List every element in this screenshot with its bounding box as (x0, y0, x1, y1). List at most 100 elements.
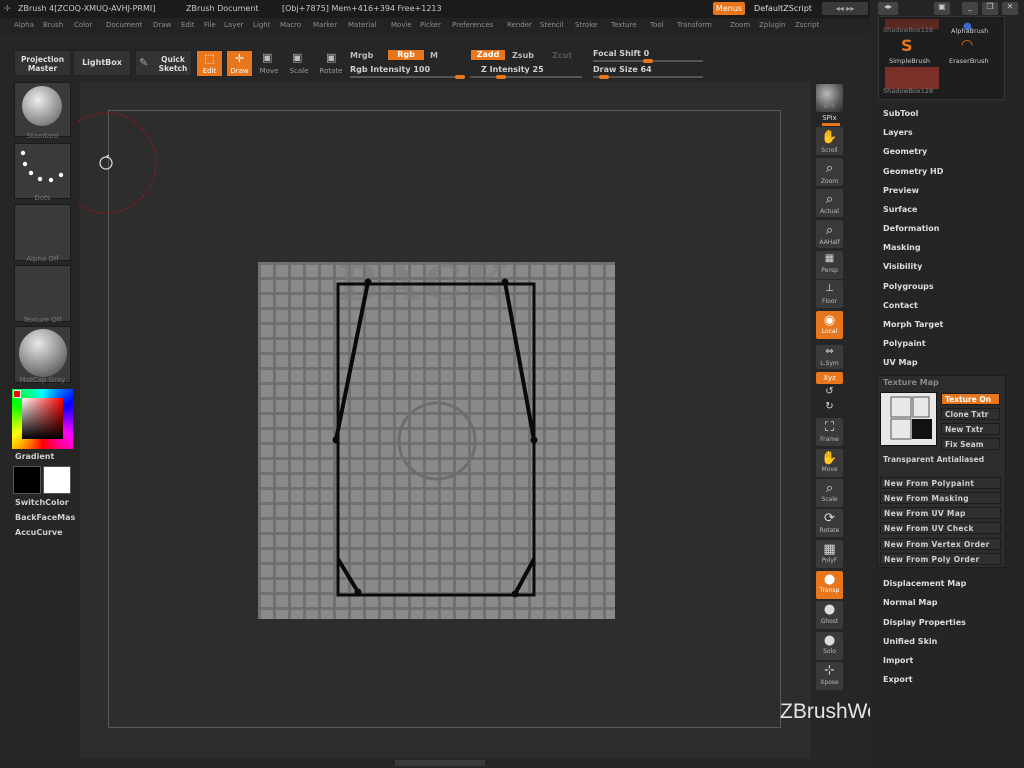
gradient-label[interactable]: Gradient (15, 452, 54, 461)
backface-mask-button[interactable]: BackFaceMas (15, 513, 75, 522)
accucurve-button[interactable]: AccuCurve (15, 528, 63, 537)
edit-button[interactable]: ⬚ Edit (196, 50, 223, 77)
texture-map-preview[interactable]: BACK (258, 256, 615, 619)
move-label[interactable]: Move (254, 67, 284, 75)
restore-icon[interactable]: ❐ (982, 2, 998, 15)
clone-txtr-button[interactable]: Clone Txtr (941, 408, 1000, 420)
draw-size-knob[interactable] (599, 75, 610, 79)
transparent-antialiased-option[interactable]: Transparent Antialiased (883, 455, 984, 464)
zadd-button[interactable]: Zadd (470, 49, 506, 61)
menu-marker[interactable]: Marker (313, 21, 337, 29)
rgb-intensity-label[interactable]: Rgb Intensity 100 (350, 65, 430, 74)
bottom-scroll-handle[interactable] (395, 760, 485, 766)
scale-icon[interactable]: ▣ (292, 51, 302, 64)
focal-shift-knob[interactable] (643, 59, 653, 63)
spix-label[interactable]: SPix (812, 114, 847, 122)
zcut-button[interactable]: Zcut (552, 51, 572, 60)
deformation-menu[interactable]: Deformation (883, 224, 939, 233)
secondary-color-swatch[interactable] (43, 466, 71, 494)
scale-label[interactable]: Scale (284, 67, 314, 75)
menu-texture[interactable]: Texture (611, 21, 637, 29)
menus-button[interactable]: Menus (713, 2, 745, 15)
menu-material[interactable]: Material (348, 21, 376, 29)
draw-size-label[interactable]: Draw Size 64 (593, 65, 652, 74)
spix-slider[interactable] (822, 123, 840, 126)
rgb-intensity-knob[interactable] (455, 75, 465, 79)
preview-menu[interactable]: Preview (883, 186, 919, 195)
new-from-masking-button[interactable]: New From Masking (880, 492, 1001, 504)
new-from-uv-check-button[interactable]: New From UV Check (880, 522, 1001, 534)
uv-map-menu[interactable]: UV Map (883, 358, 918, 367)
menu-color[interactable]: Color (74, 21, 92, 29)
texture-on-button[interactable]: Texture On (941, 393, 1000, 405)
contact-menu[interactable]: Contact (883, 301, 918, 310)
menu-picker[interactable]: Picker (420, 21, 441, 29)
menu-alpha[interactable]: Alpha (14, 21, 34, 29)
lock-icon[interactable]: ▣ (934, 2, 950, 15)
menu-preferences[interactable]: Preferences (452, 21, 493, 29)
focal-shift-label[interactable]: Focal Shift 0 (593, 49, 649, 58)
polygroups-menu[interactable]: Polygroups (883, 282, 934, 291)
new-from-vertex-order-button[interactable]: New From Vertex Order (880, 538, 1001, 550)
menu-render[interactable]: Render (507, 21, 532, 29)
menu-stencil[interactable]: Stencil (540, 21, 564, 29)
menu-file[interactable]: File (204, 21, 216, 29)
fix-seam-button[interactable]: Fix Seam (941, 438, 1000, 450)
menu-stroke[interactable]: Stroke (575, 21, 597, 29)
move-icon[interactable]: ▣ (262, 51, 272, 64)
normal-map-menu[interactable]: Normal Map (883, 598, 937, 607)
minimize-icon[interactable]: _ (962, 2, 978, 15)
menu-zscript[interactable]: Zscript (795, 21, 819, 29)
saturation-square[interactable] (22, 398, 63, 439)
alpha-slot[interactable] (14, 204, 71, 261)
stroke-slot[interactable] (14, 143, 71, 199)
menu-draw[interactable]: Draw (153, 21, 171, 29)
displacement-map-menu[interactable]: Displacement Map (883, 579, 966, 588)
close-icon[interactable]: ✕ (1002, 2, 1018, 15)
import-menu[interactable]: Import (883, 656, 913, 665)
visibility-menu[interactable]: Visibility (883, 262, 922, 271)
unified-skin-menu[interactable]: Unified Skin (883, 637, 937, 646)
main-color-swatch[interactable] (13, 466, 41, 494)
material-slot[interactable] (14, 326, 71, 383)
rotate-label[interactable]: Rotate (316, 67, 346, 75)
rgb-intensity-slider[interactable] (350, 76, 465, 78)
z-intensity-label[interactable]: Z Intensity 25 (481, 65, 544, 74)
eraserbrush-icon[interactable]: ◠ (961, 37, 973, 53)
texture-thumbnail[interactable] (880, 392, 937, 446)
rgb-button[interactable]: Rgb (387, 49, 425, 61)
new-from-poly-order-button[interactable]: New From Poly Order (880, 553, 1001, 565)
shadowbox-brush-thumb-2[interactable] (885, 67, 939, 89)
export-menu[interactable]: Export (883, 675, 913, 684)
masking-menu[interactable]: Masking (883, 243, 921, 252)
window-arrows-icon[interactable]: ◂◂ ▸▸ (822, 2, 868, 15)
draw-button[interactable]: ✛ Draw (226, 50, 253, 77)
lightbox-button[interactable]: LightBox (73, 50, 131, 76)
menu-layer[interactable]: Layer (224, 21, 244, 29)
display-properties-menu[interactable]: Display Properties (883, 618, 966, 627)
layers-menu[interactable]: Layers (883, 128, 913, 137)
rotate-axis-y-icon[interactable]: ↺ (816, 386, 843, 397)
polypaint-menu[interactable]: Polypaint (883, 339, 926, 348)
simplebrush-icon[interactable]: S (901, 36, 913, 55)
mrgb-button[interactable]: Mrgb (350, 51, 373, 60)
new-from-polypaint-button[interactable]: New From Polypaint (880, 477, 1001, 489)
surface-menu[interactable]: Surface (883, 205, 917, 214)
menu-zoom[interactable]: Zoom (730, 21, 750, 29)
new-txtr-button[interactable]: New Txtr (941, 423, 1000, 435)
menu-light[interactable]: Light (253, 21, 270, 29)
color-marker[interactable] (13, 390, 21, 398)
draw-size-slider[interactable] (593, 76, 703, 78)
rotate-icon[interactable]: ▣ (326, 51, 336, 64)
menu-transform[interactable]: Transform (677, 21, 712, 29)
new-from-uv-map-button[interactable]: New From UV Map (880, 507, 1001, 519)
menu-brush[interactable]: Brush (43, 21, 63, 29)
menu-tool[interactable]: Tool (650, 21, 664, 29)
brush-slot[interactable] (14, 82, 71, 137)
z-intensity-slider[interactable] (470, 76, 582, 78)
switch-color-button[interactable]: SwitchColor (15, 498, 69, 507)
quick-sketch-button[interactable]: ✎ Quick Sketch (135, 50, 192, 76)
m-button[interactable]: M (430, 51, 438, 60)
menu-document[interactable]: Document (106, 21, 142, 29)
color-picker[interactable] (12, 389, 73, 449)
